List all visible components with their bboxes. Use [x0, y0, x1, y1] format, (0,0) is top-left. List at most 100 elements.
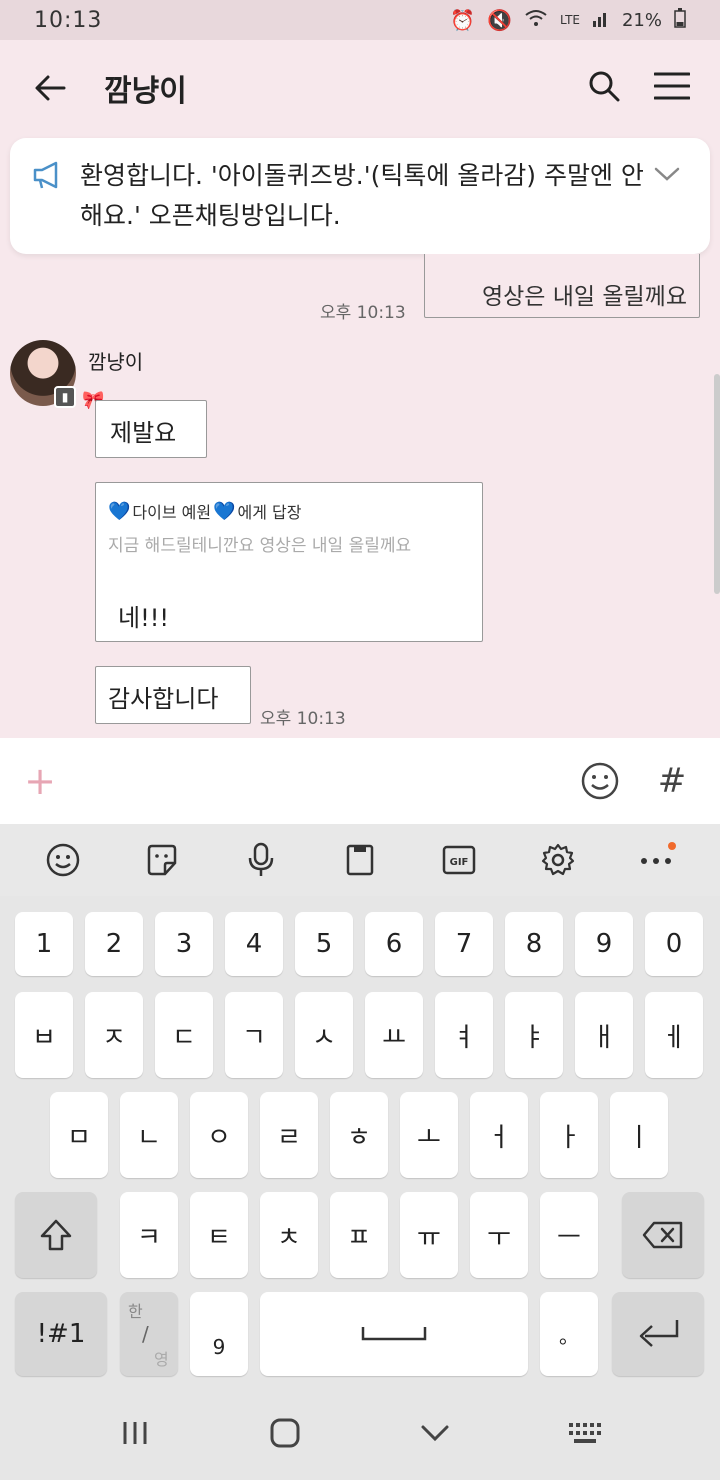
smiley-icon — [581, 762, 619, 800]
lang-english-label: 영 — [154, 1350, 169, 1369]
scrollbar[interactable] — [714, 374, 720, 594]
key-5[interactable]: 5 — [295, 912, 353, 976]
backspace-key[interactable] — [622, 1192, 704, 1278]
battery-percent: 21% — [621, 9, 662, 31]
reply-bubble[interactable]: 💙 다이브 예원 💙 에게 답장 지금 해드릴테니깐요 영상은 내일 올릴께요 … — [95, 482, 483, 642]
key-yu[interactable]: ㅠ — [400, 1192, 458, 1278]
search-button[interactable] — [588, 70, 620, 106]
battery-icon — [674, 7, 686, 33]
heart-icon: 💙 — [108, 500, 131, 522]
back-button[interactable] — [30, 68, 70, 108]
key-ya[interactable]: ㅑ — [505, 992, 563, 1078]
key-i[interactable]: ㅣ — [610, 1092, 668, 1178]
comma-key[interactable]: 9 — [190, 1292, 248, 1376]
key-hieut[interactable]: ㅎ — [330, 1092, 388, 1178]
sticker-icon — [148, 844, 177, 876]
key-jieut[interactable]: ㅈ — [85, 992, 143, 1078]
hashtag-button[interactable]: # — [644, 761, 700, 801]
chevron-down-icon[interactable] — [654, 166, 680, 186]
key-7[interactable]: 7 — [435, 912, 493, 976]
smiley-icon — [47, 843, 80, 877]
sender-name: 깜냥이 — [88, 350, 144, 374]
reply-quote: 지금 해드릴테니깐요 영상은 내일 올릴께요 — [108, 536, 412, 556]
key-rieul[interactable]: ㄹ — [260, 1092, 318, 1178]
hide-keyboard-button[interactable] — [405, 1403, 465, 1463]
key-o[interactable]: ㅗ — [400, 1092, 458, 1178]
key-siot[interactable]: ㅅ — [295, 992, 353, 1078]
shift-key[interactable] — [15, 1192, 97, 1278]
key-chieut[interactable]: ㅊ — [260, 1192, 318, 1278]
more-options-button[interactable] — [634, 838, 678, 882]
key-2[interactable]: 2 — [85, 912, 143, 976]
emoticon-button[interactable] — [572, 761, 628, 801]
key-digeut[interactable]: ㄷ — [155, 992, 213, 1078]
keyboard-toolbar: GIF — [0, 824, 720, 896]
home-button[interactable] — [255, 1403, 315, 1463]
sticker-button[interactable] — [140, 838, 184, 882]
gear-icon — [541, 843, 574, 876]
message-input-row: + # — [0, 738, 720, 824]
key-nieun[interactable]: ㄴ — [120, 1092, 178, 1178]
key-tieut[interactable]: ㅌ — [190, 1192, 248, 1278]
keyboard: 1 2 3 4 5 6 7 8 9 0 ㅂ ㅈ ㄷ ㄱ ㅅ ㅛ ㅕ ㅑ ㅐ ㅔ … — [0, 896, 720, 1386]
key-bieup[interactable]: ㅂ — [15, 992, 73, 1078]
key-giyeok[interactable]: ㄱ — [225, 992, 283, 1078]
space-icon — [361, 1327, 427, 1341]
keyboard-switch-button[interactable] — [555, 1403, 615, 1463]
wifi-icon — [524, 8, 548, 32]
key-u[interactable]: ㅜ — [470, 1192, 528, 1278]
message-input[interactable] — [74, 751, 572, 811]
profile-badge-icon: ▮ — [54, 386, 76, 408]
key-6[interactable]: 6 — [365, 912, 423, 976]
recents-icon — [123, 1422, 147, 1444]
reply-header-suffix: 에게 답장 — [237, 503, 302, 522]
status-bar: 10:13 ⏰ 🔇 LTE 21% — [0, 0, 720, 40]
key-yo[interactable]: ㅛ — [365, 992, 423, 1078]
emoji-button[interactable] — [41, 838, 85, 882]
notice-banner[interactable]: 환영합니다. '아이돌퀴즈방.'(틱톡에 올라감) 주말엔 안해요.' 오픈채팅… — [10, 138, 710, 254]
space-key[interactable] — [260, 1292, 528, 1376]
keyboard-icon — [569, 1423, 601, 1443]
key-1[interactable]: 1 — [15, 912, 73, 976]
status-icons: ⏰ 🔇 LTE 21% — [450, 7, 686, 33]
key-yeo[interactable]: ㅕ — [435, 992, 493, 1078]
system-nav-bar — [0, 1386, 720, 1480]
key-a[interactable]: ㅏ — [540, 1092, 598, 1178]
settings-button[interactable] — [536, 838, 580, 882]
key-pieup[interactable]: ㅍ — [330, 1192, 388, 1278]
symbols-key[interactable]: !#1 — [15, 1292, 107, 1376]
key-ae[interactable]: ㅐ — [575, 992, 633, 1078]
message-bubble[interactable]: 감사합니다 — [95, 666, 251, 724]
key-mieum[interactable]: ㅁ — [50, 1092, 108, 1178]
my-message-text: 영상은 내일 올릴께요 — [481, 284, 687, 310]
my-message-bubble[interactable]: 영상은 내일 올릴께요 — [424, 254, 700, 318]
alarm-icon: ⏰ — [450, 8, 476, 32]
key-8[interactable]: 8 — [505, 912, 563, 976]
message-bubble[interactable]: 제발요 — [95, 400, 207, 458]
period-key[interactable]: 。 — [540, 1292, 598, 1376]
menu-button[interactable] — [653, 72, 691, 104]
key-9[interactable]: 9 — [575, 912, 633, 976]
key-eo[interactable]: ㅓ — [470, 1092, 528, 1178]
add-attachment-button[interactable]: + — [20, 759, 60, 803]
mute-icon: 🔇 — [487, 8, 513, 32]
key-kieuk[interactable]: ㅋ — [120, 1192, 178, 1278]
notice-text: 환영합니다. '아이돌퀴즈방.'(틱톡에 올라감) 주말엔 안해요.' 오픈채팅… — [80, 161, 644, 230]
gif-button[interactable]: GIF — [437, 838, 481, 882]
key-3[interactable]: 3 — [155, 912, 213, 976]
key-e[interactable]: ㅔ — [645, 992, 703, 1078]
clipboard-button[interactable] — [338, 838, 382, 882]
language-switch-key[interactable]: 한 / 영 — [120, 1292, 178, 1376]
shift-arrow-icon — [40, 1219, 72, 1251]
key-eu[interactable]: ㅡ — [540, 1192, 598, 1278]
notification-dot — [668, 842, 677, 850]
recent-apps-button[interactable] — [105, 1403, 165, 1463]
key-ieung[interactable]: ㅇ — [190, 1092, 248, 1178]
voice-input-button[interactable] — [239, 838, 283, 882]
search-icon — [589, 71, 620, 102]
enter-key[interactable] — [612, 1292, 704, 1376]
key-4[interactable]: 4 — [225, 912, 283, 976]
backspace-icon — [642, 1221, 683, 1249]
key-0[interactable]: 0 — [645, 912, 703, 976]
chat-messages[interactable]: 영상은 내일 올릴께요 오후 10:13 ▮ 깜냥이 🎀 제발요 💙 다이브 예… — [0, 254, 720, 738]
